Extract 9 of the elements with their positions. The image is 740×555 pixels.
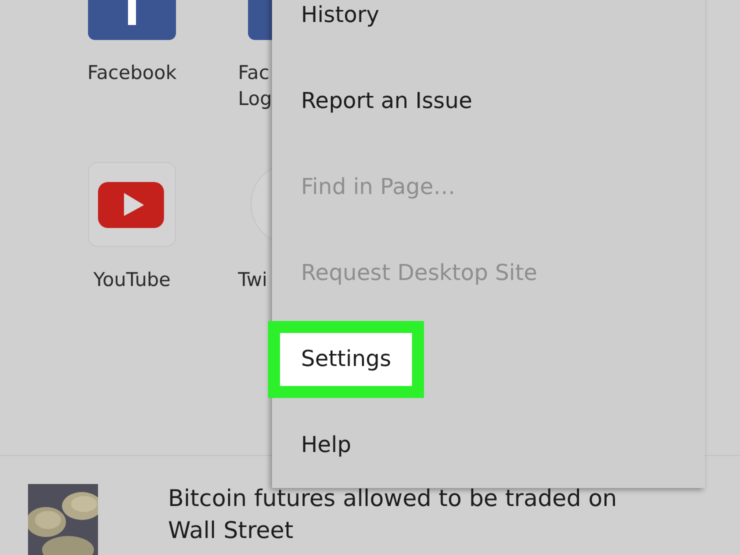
shortcut-label[interactable]: Facebook xyxy=(87,60,177,86)
play-button-icon[interactable] xyxy=(88,162,176,247)
shortcut-label[interactable]: YouTube xyxy=(93,267,171,293)
shortcut-label[interactable]: Fac Log xyxy=(238,60,272,112)
menu-item[interactable]: History xyxy=(301,2,380,28)
shortcut-label[interactable]: Twi xyxy=(238,267,268,293)
menu-item[interactable]: Settings xyxy=(268,320,424,398)
menu-item[interactable]: Report an Issue xyxy=(301,88,472,114)
menu-item[interactable]: Help xyxy=(301,432,352,458)
